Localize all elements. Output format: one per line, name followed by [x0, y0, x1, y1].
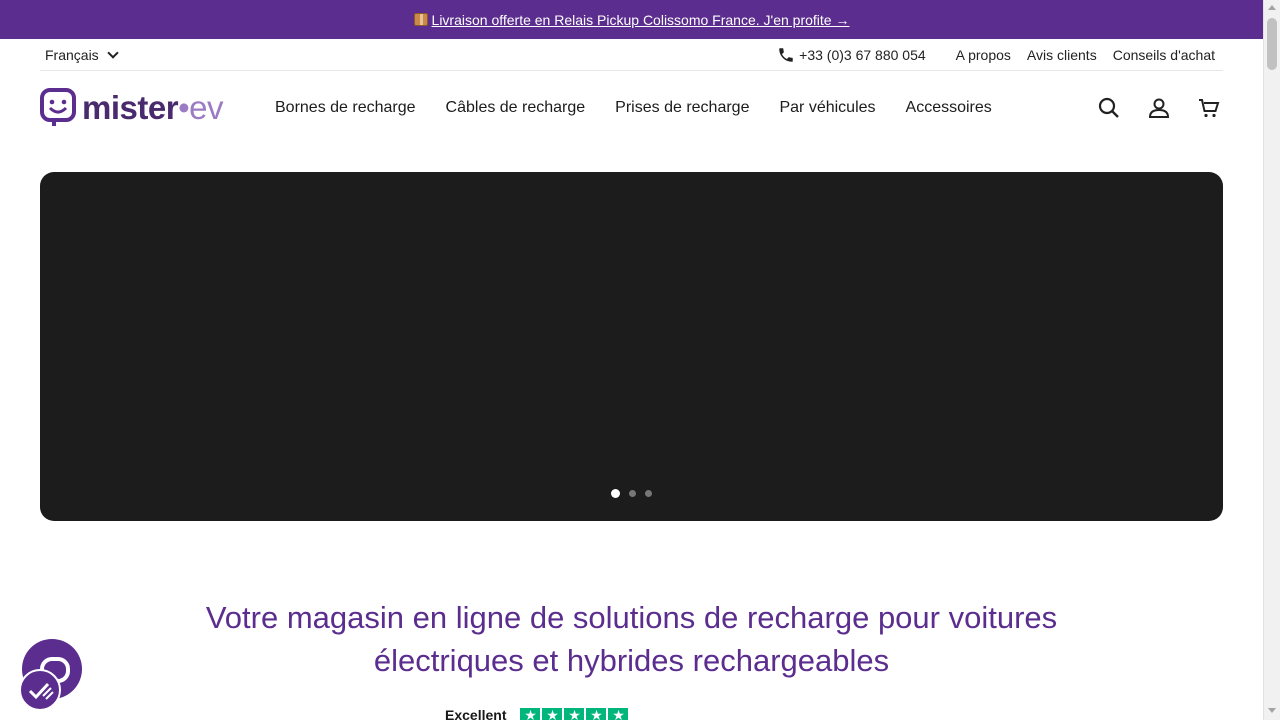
nav-prises[interactable]: Prises de recharge	[615, 99, 749, 117]
link-avis-clients[interactable]: Avis clients	[1027, 47, 1097, 63]
page-headline: Votre magasin en ligne de solutions de r…	[150, 596, 1113, 682]
language-selector[interactable]: Français	[45, 46, 119, 63]
scrollbar-thumb[interactable]	[1267, 18, 1277, 70]
chevron-down-icon	[107, 46, 119, 59]
logo-word-mister: mister	[82, 89, 179, 126]
page-scrollbar[interactable]	[1263, 0, 1280, 720]
search-icon[interactable]	[1097, 96, 1121, 120]
logo-wordmark: mister•ev	[82, 89, 223, 127]
announcement-text: Livraison offerte en Relais Pickup Colis…	[431, 11, 850, 28]
plug-logo-icon	[40, 88, 76, 126]
chat-badge[interactable]	[19, 669, 61, 711]
cart-icon[interactable]	[1197, 96, 1221, 120]
main-nav: Bornes de recharge Câbles de recharge Pr…	[275, 99, 992, 117]
scroll-down-icon[interactable]	[1268, 708, 1276, 713]
chat-widget[interactable]	[19, 639, 83, 711]
star-icon: ★	[564, 708, 585, 720]
trustpilot-stars: ★ ★ ★ ★ ★	[520, 708, 629, 720]
star-icon: ★	[542, 708, 563, 720]
headline-line-2: électriques et hybrides rechargeables	[373, 643, 890, 678]
hero-slideshow[interactable]	[40, 172, 1223, 521]
nav-accessoires[interactable]: Accessoires	[906, 99, 992, 117]
link-conseils-achat[interactable]: Conseils d'achat	[1113, 47, 1215, 63]
link-a-propos[interactable]: A propos	[956, 47, 1011, 63]
announcement-link[interactable]: Livraison offerte en Relais Pickup Colis…	[413, 11, 850, 28]
nav-vehicules[interactable]: Par véhicules	[779, 99, 875, 117]
announcement-bar: Livraison offerte en Relais Pickup Colis…	[0, 0, 1263, 39]
logo-word-ev: ev	[189, 89, 223, 126]
logo-dot: •	[178, 89, 190, 126]
slide-indicators	[40, 489, 1223, 498]
nav-bornes[interactable]: Bornes de recharge	[275, 99, 416, 117]
slide-dot-3[interactable]	[645, 490, 652, 497]
language-label: Français	[45, 46, 99, 63]
phone-number: +33 (0)3 67 880 054	[799, 46, 926, 63]
main-header: mister•ev Bornes de recharge Câbles de r…	[40, 71, 1223, 145]
headline-line-1: Votre magasin en ligne de solutions de r…	[205, 600, 1058, 635]
top-utility-bar: Français +33 (0)3 67 880 054 A propos Av…	[40, 39, 1223, 71]
logo[interactable]: mister•ev	[40, 88, 240, 128]
star-icon: ★	[608, 708, 629, 720]
account-icon[interactable]	[1147, 96, 1171, 120]
top-links: +33 (0)3 67 880 054 A propos Avis client…	[777, 46, 1215, 64]
scroll-up-icon[interactable]	[1268, 5, 1276, 10]
phone-link[interactable]: +33 (0)3 67 880 054	[777, 46, 926, 64]
slide-dot-2[interactable]	[629, 490, 636, 497]
slide-dot-1[interactable]	[611, 489, 620, 498]
check-icon	[28, 682, 54, 700]
package-icon	[413, 13, 428, 26]
phone-icon	[779, 47, 793, 62]
star-icon: ★	[586, 708, 607, 720]
header-actions	[1097, 96, 1221, 120]
star-icon: ★	[520, 708, 541, 720]
trustpilot-widget[interactable]: Excellent ★ ★ ★ ★ ★	[445, 708, 629, 720]
trustpilot-rating-word: Excellent	[445, 708, 507, 720]
nav-cables[interactable]: Câbles de recharge	[446, 99, 586, 117]
